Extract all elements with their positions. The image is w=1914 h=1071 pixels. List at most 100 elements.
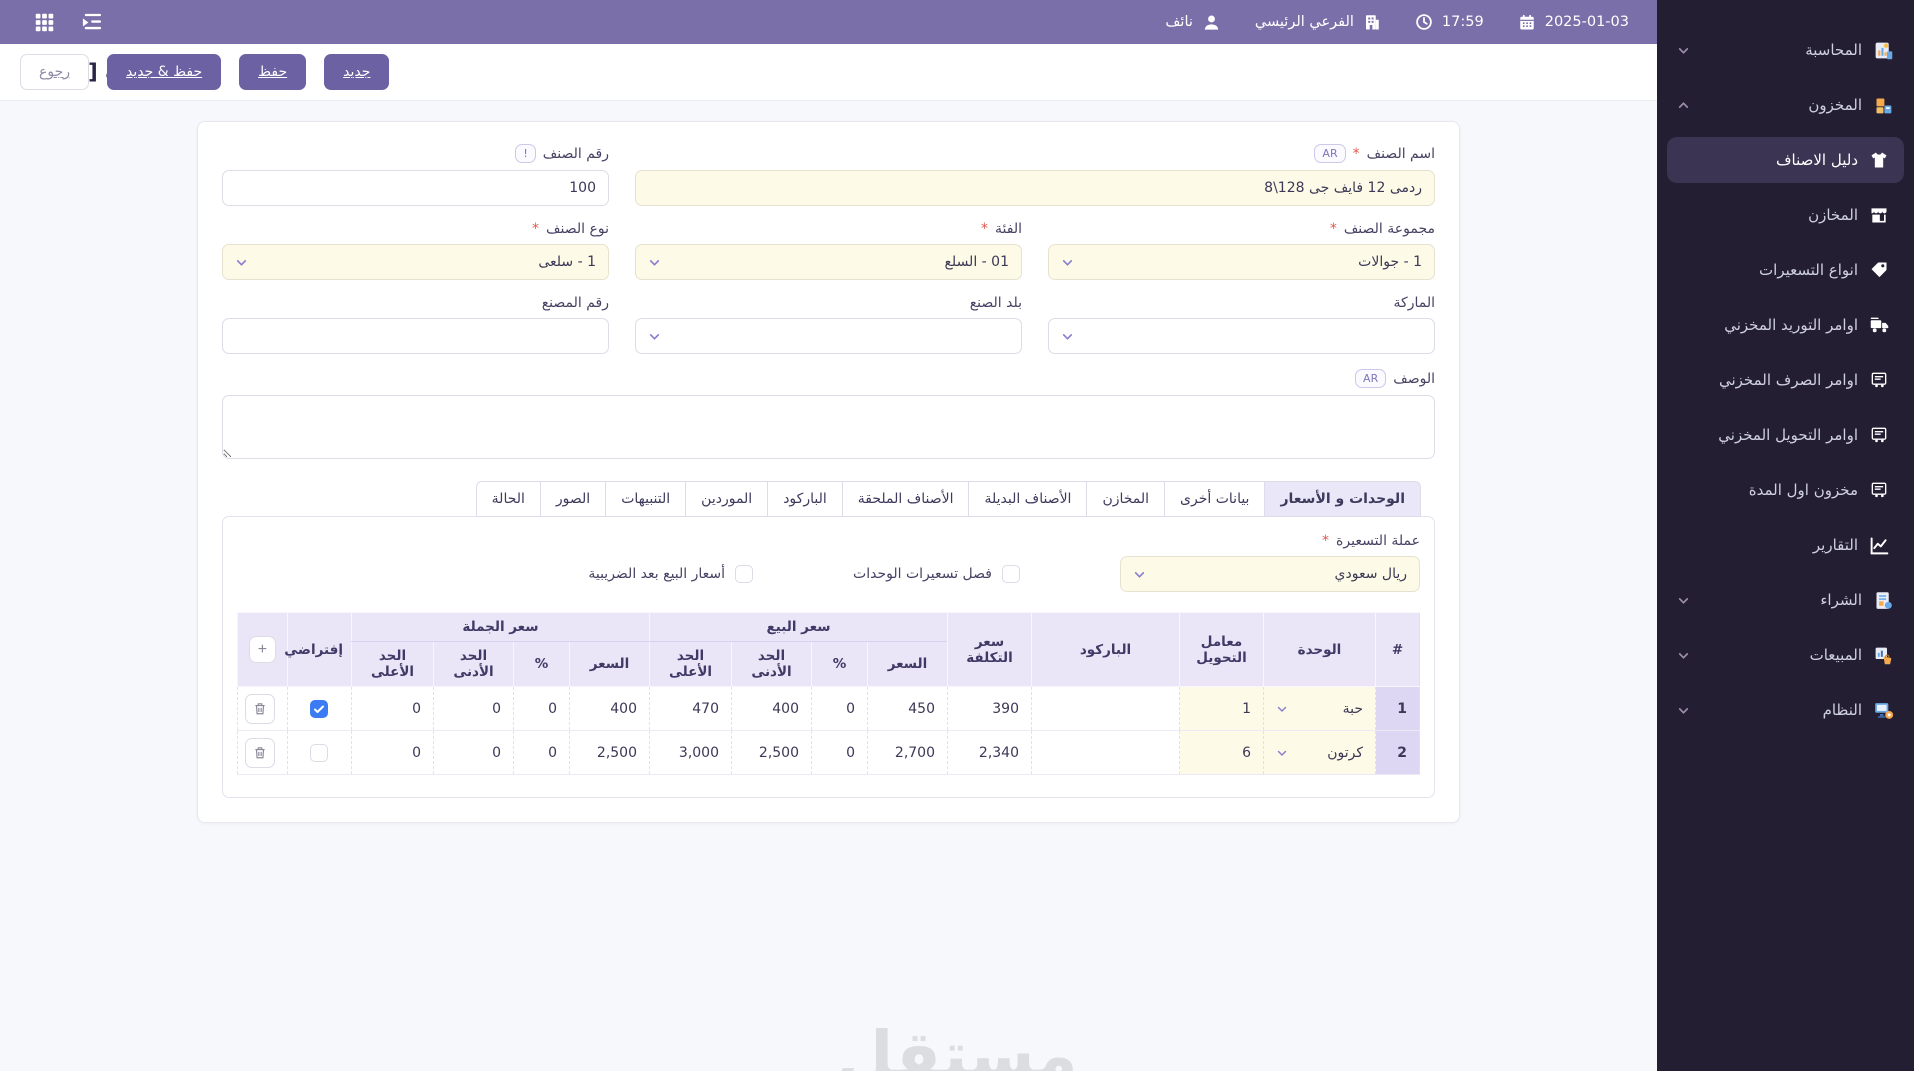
conversion-factor-cell[interactable]: 6 xyxy=(1179,730,1264,775)
sidebar-item-system[interactable]: النظام xyxy=(1667,687,1904,733)
save-and-new-button[interactable]: حفظ & جديد xyxy=(107,54,222,90)
sell-min-cell[interactable]: 2,500 xyxy=(731,730,812,775)
country-field: بلد الصنع xyxy=(635,295,1022,354)
chevron-down-icon xyxy=(1677,649,1690,662)
sell-percent-cell[interactable]: 0 xyxy=(811,686,868,731)
description-textarea[interactable] xyxy=(222,395,1435,459)
unit-select[interactable]: كرتون xyxy=(1263,730,1376,775)
sidebar-item-inventory[interactable]: المخزون xyxy=(1667,82,1904,128)
sell-max-cell[interactable]: 470 xyxy=(649,686,732,731)
brand-field: الماركة xyxy=(1048,295,1435,354)
sidebar-item-pricing-types[interactable]: انواع التسعيرات xyxy=(1667,247,1904,293)
item-type-select[interactable]: 1 - سلعى xyxy=(222,244,609,280)
delete-row-button[interactable] xyxy=(244,737,275,768)
ws-percent-cell[interactable]: 0 xyxy=(513,686,570,731)
barcode-cell[interactable] xyxy=(1031,730,1180,775)
save-button[interactable]: حفظ xyxy=(239,54,307,90)
ws-price-cell[interactable]: 2,500 xyxy=(569,730,650,775)
barcode-cell[interactable] xyxy=(1031,686,1180,731)
sidebar-item-warehouses[interactable]: المخازن xyxy=(1667,192,1904,238)
conversion-factor-cell[interactable]: 1 xyxy=(1179,686,1264,731)
default-checkbox[interactable] xyxy=(310,699,329,718)
tab-images[interactable]: الصور xyxy=(539,481,606,517)
sell-price-cell[interactable]: 2,700 xyxy=(867,730,948,775)
unit-select[interactable]: حبة xyxy=(1263,686,1376,731)
pricing-currency-label: عملة التسعيرة xyxy=(1336,533,1420,549)
separate-unit-pricing-checkbox[interactable]: فصل تسعيرات الوحدات xyxy=(853,565,1020,583)
language-badge[interactable]: AR xyxy=(1355,369,1387,388)
chevron-down-icon xyxy=(648,256,661,269)
factory-number-input[interactable] xyxy=(222,318,609,354)
brand-select[interactable] xyxy=(1048,318,1435,354)
user-name: نائف xyxy=(1165,14,1193,30)
col-index: # xyxy=(1375,612,1420,687)
chevron-up-icon xyxy=(1677,99,1690,112)
sell-price-cell[interactable]: 450 xyxy=(867,686,948,731)
units-prices-panel: عملة التسعيرة * ريال سعودي فصل تسعيرات ال… xyxy=(222,516,1435,798)
sidebar-toggle-icon[interactable] xyxy=(81,12,103,32)
item-name-input[interactable] xyxy=(635,170,1435,206)
ws-min-cell[interactable]: 0 xyxy=(433,730,514,775)
info-badge[interactable]: ! xyxy=(515,144,536,163)
sidebar-item-transfer-orders[interactable]: اوامر التحويل المخزني xyxy=(1667,412,1904,458)
ws-max-cell[interactable]: 0 xyxy=(350,686,434,731)
sell-min-cell[interactable]: 400 xyxy=(731,686,812,731)
tab-status[interactable]: الحالة xyxy=(475,481,540,517)
tab-alternative-items[interactable]: الأصناف البديلة xyxy=(968,481,1087,517)
tab-warehouses[interactable]: المخازن xyxy=(1086,481,1165,517)
tab-barcode[interactable]: الباركود xyxy=(767,481,842,517)
sidebar-item-accounting[interactable]: المحاسبة xyxy=(1667,27,1904,73)
tab-attached-items[interactable]: الأصناف الملحقة xyxy=(841,481,969,517)
checkbox[interactable] xyxy=(735,565,754,583)
add-unit-row-button[interactable]: + xyxy=(248,636,276,663)
back-button[interactable]: رجوع xyxy=(20,54,90,90)
sidebar-item-issue-orders[interactable]: اوامر الصرف المخزني xyxy=(1667,357,1904,403)
sidebar-item-purchases[interactable]: الشراء xyxy=(1667,577,1904,623)
language-badge[interactable]: AR xyxy=(1314,144,1346,163)
item-group-select[interactable]: 1 - جوالات xyxy=(1048,244,1435,280)
clock-icon xyxy=(1415,13,1433,31)
item-group-label: مجموعة الصنف xyxy=(1343,221,1435,237)
table-row: 2 كرتون 6 2,340 2,700 0 2,500 3,000 2,50… xyxy=(236,730,1420,775)
cost-price-cell[interactable]: 2,340 xyxy=(947,730,1032,775)
default-checkbox[interactable] xyxy=(310,743,329,762)
after-tax-prices-checkbox[interactable]: أسعار البيع بعد الضريبية xyxy=(588,565,754,583)
chevron-down-icon xyxy=(235,256,248,269)
category-select[interactable]: 01 - السلع xyxy=(635,244,1022,280)
tab-suppliers[interactable]: الموردين xyxy=(685,481,768,517)
chevron-down-icon xyxy=(1677,44,1690,57)
inventory-icon xyxy=(1872,94,1894,116)
sell-percent-cell[interactable]: 0 xyxy=(811,730,868,775)
item-number-field: رقم الصنف ! xyxy=(222,144,609,206)
units-prices-table: # الوحدة معامل التحويل الباركود سعر التك… xyxy=(236,612,1420,775)
delete-row-button[interactable] xyxy=(244,693,275,724)
new-button[interactable]: جديد xyxy=(324,54,390,90)
purchases-icon xyxy=(1872,589,1894,611)
chevron-down-icon xyxy=(1677,594,1690,607)
sidebar-item-reports[interactable]: التقارير xyxy=(1667,522,1904,568)
ws-price-cell[interactable]: 400 xyxy=(569,686,650,731)
pricing-currency-select[interactable]: ريال سعودي xyxy=(1120,556,1420,592)
cost-price-cell[interactable]: 390 xyxy=(947,686,1032,731)
tab-other-data[interactable]: بيانات أخرى xyxy=(1164,481,1265,517)
branch-selector[interactable]: الفرعي الرئيسي xyxy=(1255,13,1381,31)
ws-min-cell[interactable]: 0 xyxy=(433,686,514,731)
checkbox[interactable] xyxy=(1002,565,1020,583)
ws-max-cell[interactable]: 0 xyxy=(350,730,434,775)
apps-grid-icon[interactable] xyxy=(34,12,55,33)
user-menu[interactable]: نائف xyxy=(1165,13,1221,32)
col-barcode: الباركود xyxy=(1031,612,1180,687)
ws-percent-cell[interactable]: 0 xyxy=(513,730,570,775)
sidebar-item-sales[interactable]: المبيعات xyxy=(1667,632,1904,678)
sidebar-item-supply-orders[interactable]: اوامر التوريد المخزني xyxy=(1667,302,1904,348)
col-default: إفتراضي xyxy=(284,612,352,687)
sidebar-item-items-directory[interactable]: دليل الاصناف xyxy=(1667,137,1904,183)
clock-display: 17:59 xyxy=(1415,13,1484,31)
tab-units-prices[interactable]: الوحدات و الأسعار xyxy=(1264,481,1421,517)
tab-alerts[interactable]: التنبيهات xyxy=(605,481,686,517)
item-number-input[interactable] xyxy=(222,170,609,206)
col-ws-percent: % xyxy=(513,641,570,687)
sidebar-item-opening-stock[interactable]: مخزون اول المدة xyxy=(1667,467,1904,513)
sell-max-cell[interactable]: 3,000 xyxy=(649,730,732,775)
country-select[interactable] xyxy=(635,318,1022,354)
